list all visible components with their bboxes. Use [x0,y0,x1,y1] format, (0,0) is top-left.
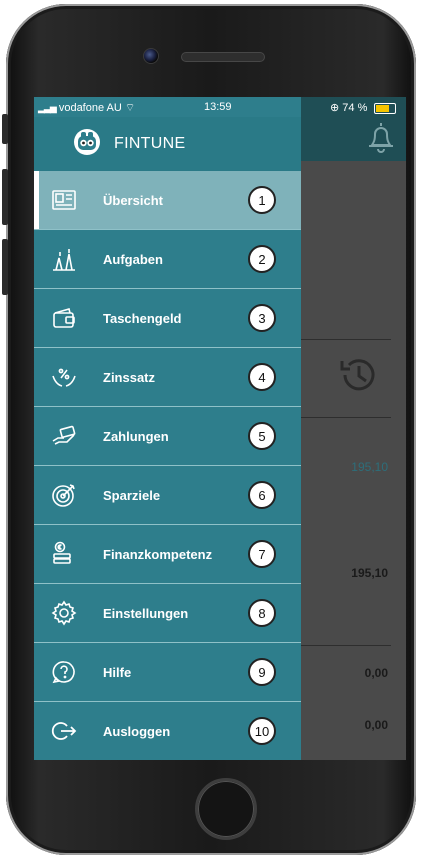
menu-label: Zahlungen [103,428,169,444]
menu-label: Zinssatz [103,369,156,385]
menu-item-sparziele[interactable]: Sparziele 6 [34,466,301,525]
menu-item-aufgaben[interactable]: Aufgaben 2 [34,230,301,289]
tasks-icon [53,249,75,271]
menu-item-finanzkompetenz[interactable]: Finanzkompetenz 7 [34,525,301,584]
fintune-logo-icon [74,129,100,155]
menu-label: Sparziele [103,487,161,503]
volume-up-button [2,169,8,225]
front-camera [143,48,159,64]
gear-icon [51,600,77,626]
menu-label: Taschengeld [103,310,182,326]
screen: 195,10 195,10 0,00 0,00 FINTUNE ▂▃▅ voda… [34,97,406,760]
target-icon [52,484,75,507]
wifi-icon: ⌔ [124,102,136,114]
carrier-label: ▂▃▅ vodafone AU ⌔ [38,102,136,114]
menu-label: Hilfe [103,664,132,680]
number-badge: 9 [248,658,276,686]
balance-value: 195,10 [351,566,388,580]
drawer-menu: Übersicht 1 Aufgaben 2 Taschengeld 3 Zin… [34,171,301,760]
bell-icon[interactable] [363,119,399,155]
number-badge: 4 [248,363,276,391]
history-icon[interactable] [337,353,381,397]
coin-stack-icon [53,541,71,564]
status-bar: ▂▃▅ vodafone AU ⌔ 13:59 ⊕ 74 % [34,97,406,117]
battery-icon [374,102,397,114]
menu-item-ausloggen[interactable]: Ausloggen 10 [34,702,301,760]
number-badge: 5 [248,422,276,450]
number-badge: 1 [248,186,276,214]
clock: 13:59 [204,101,232,113]
menu-item-einstellungen[interactable]: Einstellungen 8 [34,584,301,643]
menu-item-taschengeld[interactable]: Taschengeld 3 [34,289,301,348]
payments-icon [52,425,76,445]
amount-value: 0,00 [364,718,388,732]
menu-item-zinssatz[interactable]: Zinssatz 4 [34,348,301,407]
divider [301,417,391,418]
number-badge: 3 [248,304,276,332]
menu-item-hilfe[interactable]: Hilfe 9 [34,643,301,702]
battery-status: ⊕ 74 % [330,101,397,114]
menu-item-uebersicht[interactable]: Übersicht 1 [34,171,301,230]
divider [301,645,391,646]
signal-icon: ▂▃▅ [38,103,57,113]
balance-value: 195,10 [351,460,388,474]
logout-icon [51,722,77,740]
number-badge: 7 [248,540,276,568]
menu-label: Ausloggen [103,723,171,739]
wallet-icon [53,308,75,328]
menu-label: Aufgaben [103,251,163,267]
mute-switch [2,114,8,144]
help-icon [52,661,75,684]
menu-item-zahlungen[interactable]: Zahlungen 5 [34,407,301,466]
volume-down-button [2,239,8,295]
number-badge: 10 [248,717,276,745]
home-button[interactable] [195,778,257,840]
number-badge: 2 [248,245,276,273]
number-badge: 6 [248,481,276,509]
overview-icon [52,190,76,210]
menu-label: Übersicht [103,192,163,208]
orientation-lock-icon: ⊕ [330,102,340,114]
app-name: FINTUNE [114,135,186,152]
number-badge: 8 [248,599,276,627]
interest-hands-icon [52,368,76,387]
menu-label: Einstellungen [103,605,189,621]
earpiece-speaker [181,52,265,62]
amount-value: 0,00 [364,666,388,680]
menu-label: Finanzkompetenz [103,546,213,562]
navigation-drawer: FINTUNE ▂▃▅ vodafone AU ⌔ 13:59 ⊕ 74 % Ü… [34,97,397,760]
divider [301,339,391,340]
